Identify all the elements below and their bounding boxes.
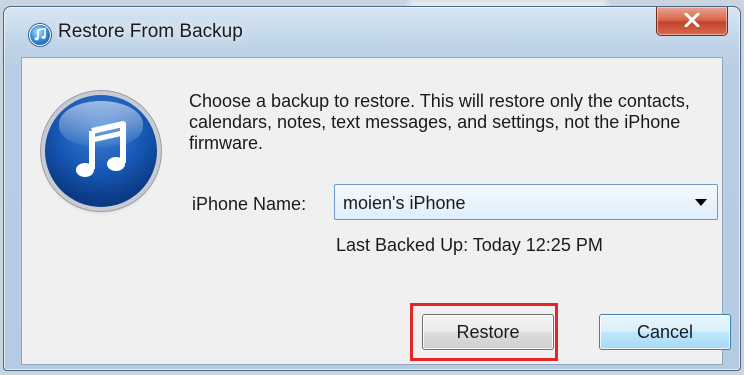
chevron-down-icon: [695, 199, 707, 206]
window-title: Restore From Backup: [58, 21, 243, 42]
last-backed-up-text: Last Backed Up: Today 12:25 PM: [336, 235, 603, 255]
close-button[interactable]: [656, 7, 728, 36]
cancel-button[interactable]: Cancel: [599, 314, 731, 350]
itunes-logo-icon: [45, 95, 157, 207]
iphone-name-value: moien's iPhone: [343, 193, 466, 213]
restore-dialog: Restore From Backup Choose a backup to r…: [3, 6, 741, 371]
itunes-icon: [29, 24, 51, 46]
restore-button[interactable]: Restore: [422, 314, 554, 350]
iphone-name-select[interactable]: moien's iPhone: [334, 184, 718, 220]
title-bar[interactable]: Restore From Backup: [4, 7, 740, 59]
iphone-name-label: iPhone Name:: [192, 194, 307, 214]
close-x-icon: [684, 12, 700, 28]
dialog-body: Choose a backup to restore. This will re…: [21, 57, 731, 365]
restore-description: Choose a backup to restore. This will re…: [189, 91, 690, 153]
